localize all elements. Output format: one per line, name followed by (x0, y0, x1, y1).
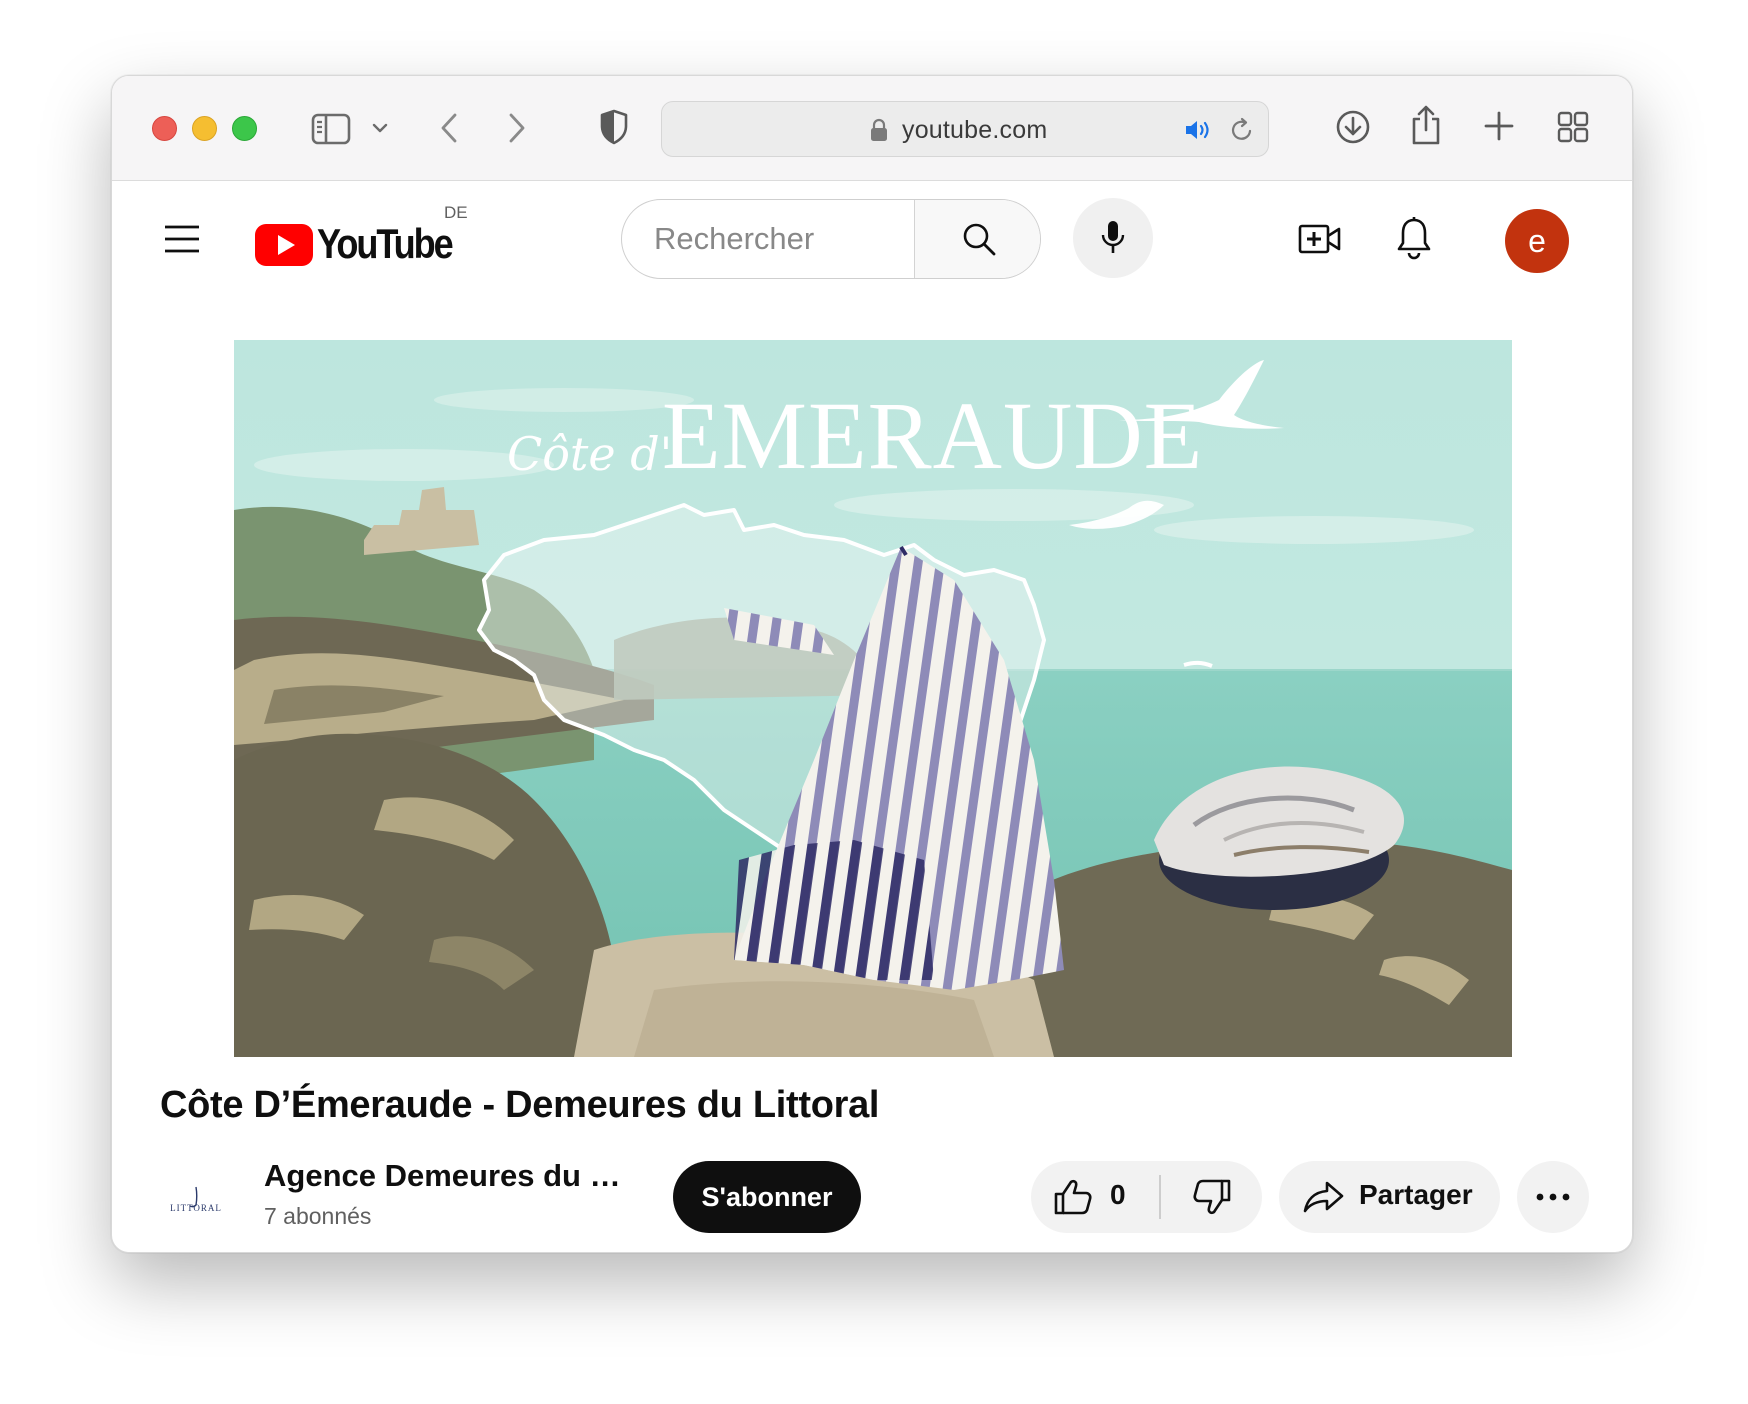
like-dislike-group: 0 (1031, 1161, 1262, 1233)
channel-name[interactable]: Agence Demeures du Littoral (264, 1158, 634, 1194)
share-button[interactable]: Partager (1279, 1161, 1500, 1233)
subscribe-button[interactable]: S'abonner (673, 1161, 861, 1233)
dislike-button[interactable] (1161, 1161, 1262, 1233)
like-button[interactable]: 0 (1031, 1161, 1159, 1233)
account-avatar[interactable]: e (1505, 209, 1569, 273)
back-arrow-icon[interactable] (436, 108, 462, 148)
url-text: youtube.com (902, 116, 1048, 144)
youtube-wordmark: YouTube (317, 220, 454, 267)
search-box (621, 199, 1041, 279)
downloads-icon[interactable] (1333, 107, 1373, 147)
tab-overview-icon[interactable] (1555, 109, 1591, 145)
video-thumbnail-illustration: Côte d' EMERAUDE (234, 340, 1512, 1057)
microphone-icon (1101, 221, 1125, 253)
channel-logo[interactable]: LITTORAL (164, 1168, 228, 1232)
thumbnail-title-text: EMERAUDE (662, 382, 1203, 489)
share-arrow-icon (1303, 1181, 1344, 1213)
search-input[interactable] (622, 200, 914, 278)
sidebar-toggle-icon[interactable] (308, 109, 354, 149)
youtube-header: YouTube DE e (112, 181, 1632, 311)
minimize-window-button[interactable] (192, 116, 217, 141)
more-horizontal-icon (1536, 1193, 1570, 1201)
more-actions-button[interactable] (1517, 1161, 1589, 1233)
search-button[interactable] (914, 200, 1040, 278)
notifications-bell-icon[interactable] (1395, 215, 1433, 261)
thumbs-up-icon (1054, 1179, 1092, 1215)
youtube-play-icon (255, 224, 313, 266)
subscriber-count: 7 abonnés (264, 1203, 372, 1229)
video-title: Côte D’Émeraude - Demeures du Littoral (160, 1084, 880, 1126)
share-label: Partager (1359, 1179, 1473, 1210)
thumbnail-script-text: Côte d' (507, 427, 672, 481)
reload-icon[interactable] (1228, 115, 1256, 145)
lock-icon (868, 116, 890, 144)
speaker-icon[interactable] (1183, 116, 1215, 144)
channel-logo-image: LITTORAL (170, 1186, 222, 1213)
svg-text:LITTORAL: LITTORAL (170, 1203, 222, 1213)
search-icon (963, 223, 995, 256)
new-tab-plus-icon[interactable] (1482, 109, 1516, 143)
like-count: 0 (1110, 1179, 1126, 1210)
create-video-icon[interactable] (1298, 221, 1342, 257)
chevron-down-icon[interactable] (370, 117, 390, 139)
address-bar[interactable]: youtube.com (661, 101, 1269, 157)
voice-search-button[interactable] (1073, 198, 1153, 278)
forward-arrow-icon[interactable] (504, 108, 530, 148)
privacy-shield-icon[interactable] (597, 107, 631, 147)
browser-toolbar: youtube.com (112, 76, 1632, 181)
menu-icon[interactable] (162, 221, 202, 257)
share-icon[interactable] (1408, 103, 1444, 147)
thumbs-down-icon (1192, 1179, 1230, 1215)
video-player[interactable]: Côte d' EMERAUDE (234, 340, 1512, 1057)
region-code: DE (444, 203, 468, 222)
zoom-window-button[interactable] (232, 116, 257, 141)
youtube-logo[interactable]: YouTube (255, 214, 495, 274)
close-window-button[interactable] (152, 116, 177, 141)
browser-window: youtube.com YouTube DE Rechercher e Côte… (111, 75, 1633, 1253)
